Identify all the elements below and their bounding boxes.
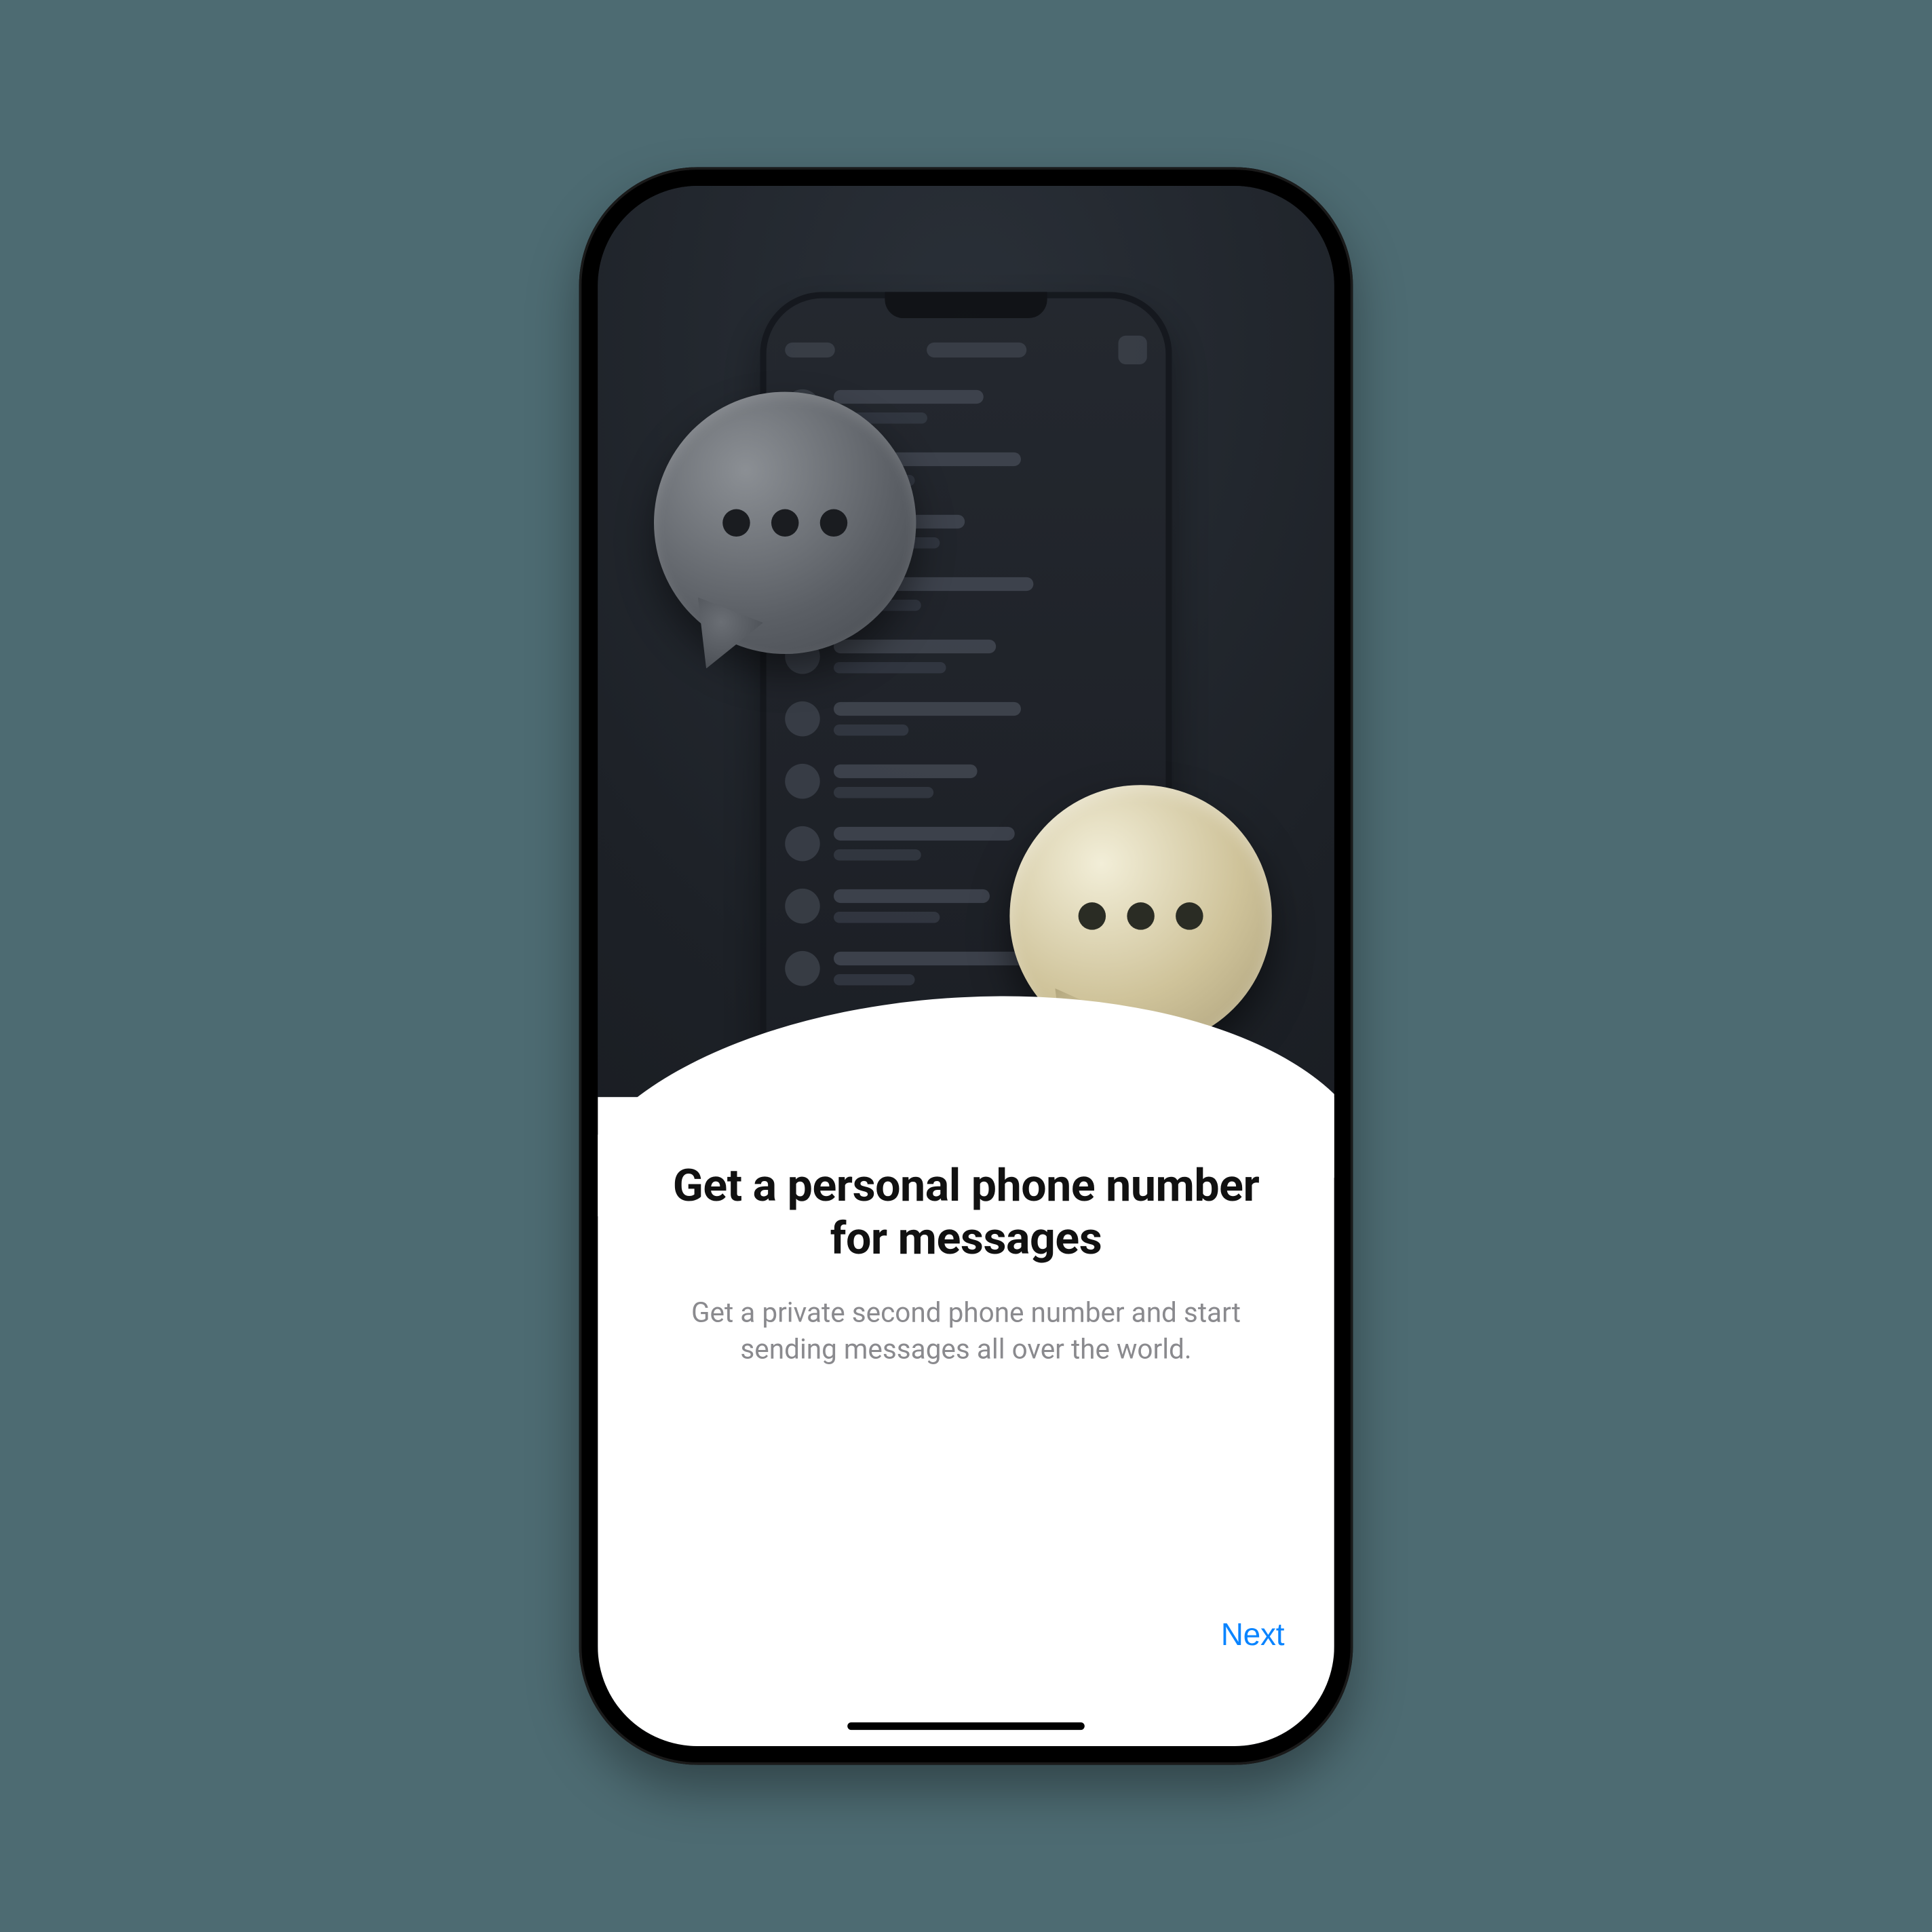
screen: Get a personal phone number for messages… bbox=[598, 186, 1334, 1746]
notch-icon bbox=[885, 292, 1047, 318]
device-frame: Get a personal phone number for messages… bbox=[579, 167, 1353, 1764]
placeholder-bar bbox=[785, 343, 835, 358]
chat-bubble-grey-icon bbox=[654, 392, 916, 654]
bottom-sheet: Get a personal phone number for messages… bbox=[598, 1097, 1334, 1746]
onboarding-subtitle: Get a private second phone number and st… bbox=[654, 1294, 1278, 1368]
next-button[interactable]: Next bbox=[1221, 1617, 1284, 1653]
placeholder-square bbox=[1118, 336, 1146, 364]
placeholder-bar bbox=[927, 343, 1026, 358]
home-indicator-icon bbox=[847, 1722, 1085, 1730]
onboarding-title: Get a personal phone number for messages bbox=[654, 1159, 1278, 1265]
